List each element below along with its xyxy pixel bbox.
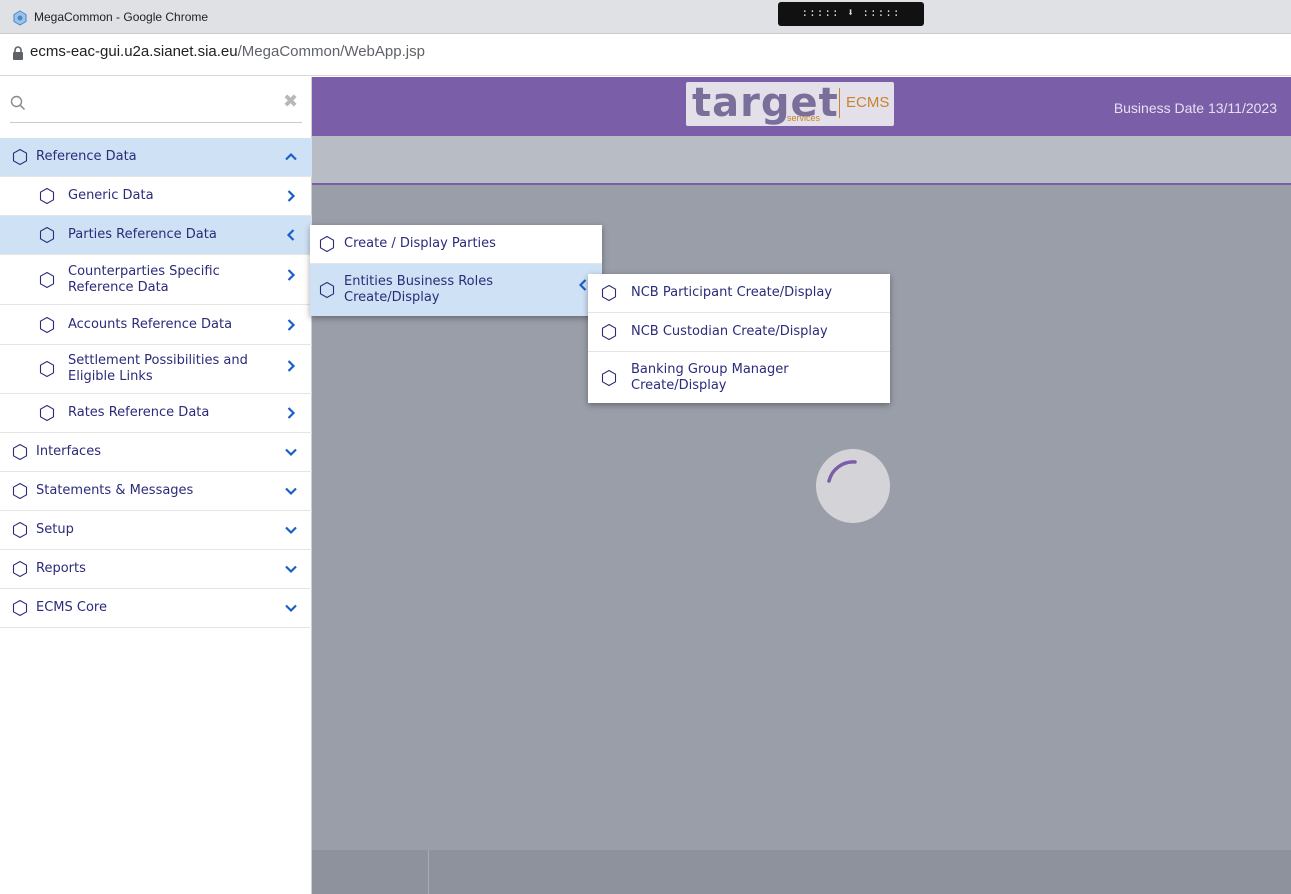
chevron-right-icon (287, 318, 296, 331)
menu-item-reports[interactable]: Reports (0, 550, 312, 589)
loading-spinner-icon (816, 449, 890, 523)
window-title: MegaCommon - Google Chrome (34, 10, 209, 24)
chevron-down-icon (285, 448, 297, 457)
menu-item-label: Interfaces (36, 444, 101, 459)
hexagon-icon (12, 482, 28, 500)
content-subheader (312, 136, 1291, 185)
hexagon-icon (601, 284, 617, 302)
business-date: Business Date 13/11/2023 (1113, 100, 1277, 116)
menu-item-label: NCB Custodian Create/Display (631, 324, 828, 339)
url-path: /MegaCommon/WebApp.jsp (237, 43, 425, 60)
hexagon-icon (319, 235, 335, 253)
label-line-2: Eligible Links (68, 369, 153, 384)
chevron-right-icon (287, 407, 296, 419)
menu-item-settlement-possibilities[interactable]: Settlement Possibilities and Eligible Lin… (0, 345, 312, 394)
url-host: ecms-eac-gui.u2a.sianet.sia.eu (30, 43, 238, 60)
menu-search: ✖ (0, 77, 312, 137)
hexagon-icon (12, 599, 28, 617)
url-text[interactable]: ecms-eac-gui.u2a.sianet.sia.eu/MegaCommo… (30, 43, 425, 60)
content-footer (312, 850, 1291, 894)
hexagon-icon (39, 226, 55, 244)
search-underline (10, 122, 302, 123)
menu-item-statements-messages[interactable]: Statements & Messages (0, 472, 312, 511)
menu-item-ecms-core[interactable]: ECMS Core (0, 589, 312, 628)
hexagon-icon (601, 323, 617, 341)
chevron-right-icon (287, 360, 296, 372)
hexagon-icon (39, 316, 55, 333)
menu-item-label: Generic Data (68, 188, 154, 203)
hexagon-icon (39, 187, 55, 205)
menu-item-reference-data[interactable]: Reference Data (0, 138, 312, 177)
menu-item-label: NCB Participant Create/Display (631, 285, 833, 300)
chevron-right-icon (287, 268, 296, 281)
app-favicon-icon (13, 10, 27, 26)
target-services-logo: target services ECMS (686, 80, 894, 126)
menu-item-label: Counterparties Specific Reference Data (68, 264, 220, 296)
menu-item-entities-business-roles[interactable]: Entities Business Roles Create/Display (310, 264, 602, 316)
lock-icon (13, 46, 23, 60)
chevron-down-icon (285, 565, 297, 574)
hexagon-icon (39, 271, 55, 288)
menu-item-label: Reference Data (36, 149, 137, 164)
address-bar[interactable]: ecms-eac-gui.u2a.sianet.sia.eu/MegaCommo… (0, 34, 1291, 76)
menu-item-label: Banking Group Manager Create/Display (631, 362, 789, 394)
logo-ecms: ECMS (846, 94, 890, 111)
hexagon-icon (12, 148, 28, 166)
chevron-up-icon (285, 152, 297, 161)
menu-item-label: ECMS Core (36, 600, 107, 615)
menu-item-label: Accounts Reference Data (68, 316, 233, 332)
menu-item-interfaces[interactable]: Interfaces (0, 433, 312, 472)
hexagon-icon (601, 369, 617, 386)
menu-item-rates-reference-data[interactable]: Rates Reference Data (0, 394, 312, 433)
hexagon-icon (39, 404, 55, 422)
clear-search-icon[interactable]: ✖ (283, 91, 298, 112)
menu-item-label: Entities Business Roles Create/Display (344, 274, 493, 306)
hexagon-icon (319, 281, 335, 299)
hexagon-icon (12, 521, 28, 539)
label-line-2: Reference Data (68, 279, 169, 295)
hexagon-icon (12, 443, 28, 461)
logo-services: services (787, 113, 821, 123)
logo-separator (839, 88, 840, 118)
menu-item-counterparties-specific-reference-data[interactable]: Counterparties Specific Reference Data (0, 255, 312, 305)
label-line-2: Create/Display (344, 290, 440, 305)
menu-search-input[interactable] (32, 91, 272, 115)
menu-item-ncb-participant[interactable]: NCB Participant Create/Display (588, 274, 890, 313)
menu-item-parties-reference-data[interactable]: Parties Reference Data (0, 216, 312, 255)
label-line-1: Counterparties Specific (68, 263, 220, 279)
menu-item-accounts-reference-data[interactable]: Accounts Reference Data (0, 305, 312, 345)
menu-item-label: Reports (36, 561, 86, 576)
search-icon (10, 95, 26, 111)
menu-item-setup[interactable]: Setup (0, 511, 312, 550)
chevron-left-icon (286, 229, 295, 241)
flyout-entities-business-roles: NCB Participant Create/Display NCB Custo… (588, 274, 890, 403)
menu-item-ncb-custodian[interactable]: NCB Custodian Create/Display (588, 313, 890, 352)
hexagon-icon (39, 360, 55, 378)
label-line-1: Settlement Possibilities and (68, 353, 248, 368)
menu-item-generic-data[interactable]: Generic Data (0, 177, 312, 216)
menu-item-label: Statements & Messages (36, 483, 194, 498)
menu-item-banking-group-manager[interactable]: Banking Group Manager Create/Display (588, 352, 890, 403)
menu-item-create-display-parties[interactable]: Create / Display Parties (310, 225, 602, 264)
menu-item-label: Rates Reference Data (68, 405, 210, 420)
remote-toolbar-handle[interactable]: ::::: ⬇ ::::: (778, 2, 924, 26)
side-menu: ✖ Reference Data Generic Data Parties Re… (0, 77, 312, 894)
chevron-down-icon (285, 526, 297, 535)
menu-item-label: Create / Display Parties (344, 236, 496, 251)
chevron-down-icon (285, 487, 297, 496)
flyout-parties-reference-data: Create / Display Parties Entities Busine… (310, 225, 602, 316)
chevron-right-icon (287, 190, 296, 202)
menu-item-label: Setup (36, 522, 74, 537)
label-line-2: Create/Display (631, 377, 727, 393)
browser-title-bar: MegaCommon - Google Chrome ::::: ⬇ ::::: (0, 0, 1291, 34)
menu-item-label: Parties Reference Data (68, 227, 217, 242)
chevron-down-icon (285, 604, 297, 613)
label-line-1: Banking Group Manager (631, 361, 789, 377)
hexagon-icon (12, 560, 28, 578)
menu-item-label: Settlement Possibilities and Eligible Lin… (68, 353, 248, 385)
footer-divider (428, 850, 429, 894)
label-line-1: Entities Business Roles (344, 274, 494, 289)
